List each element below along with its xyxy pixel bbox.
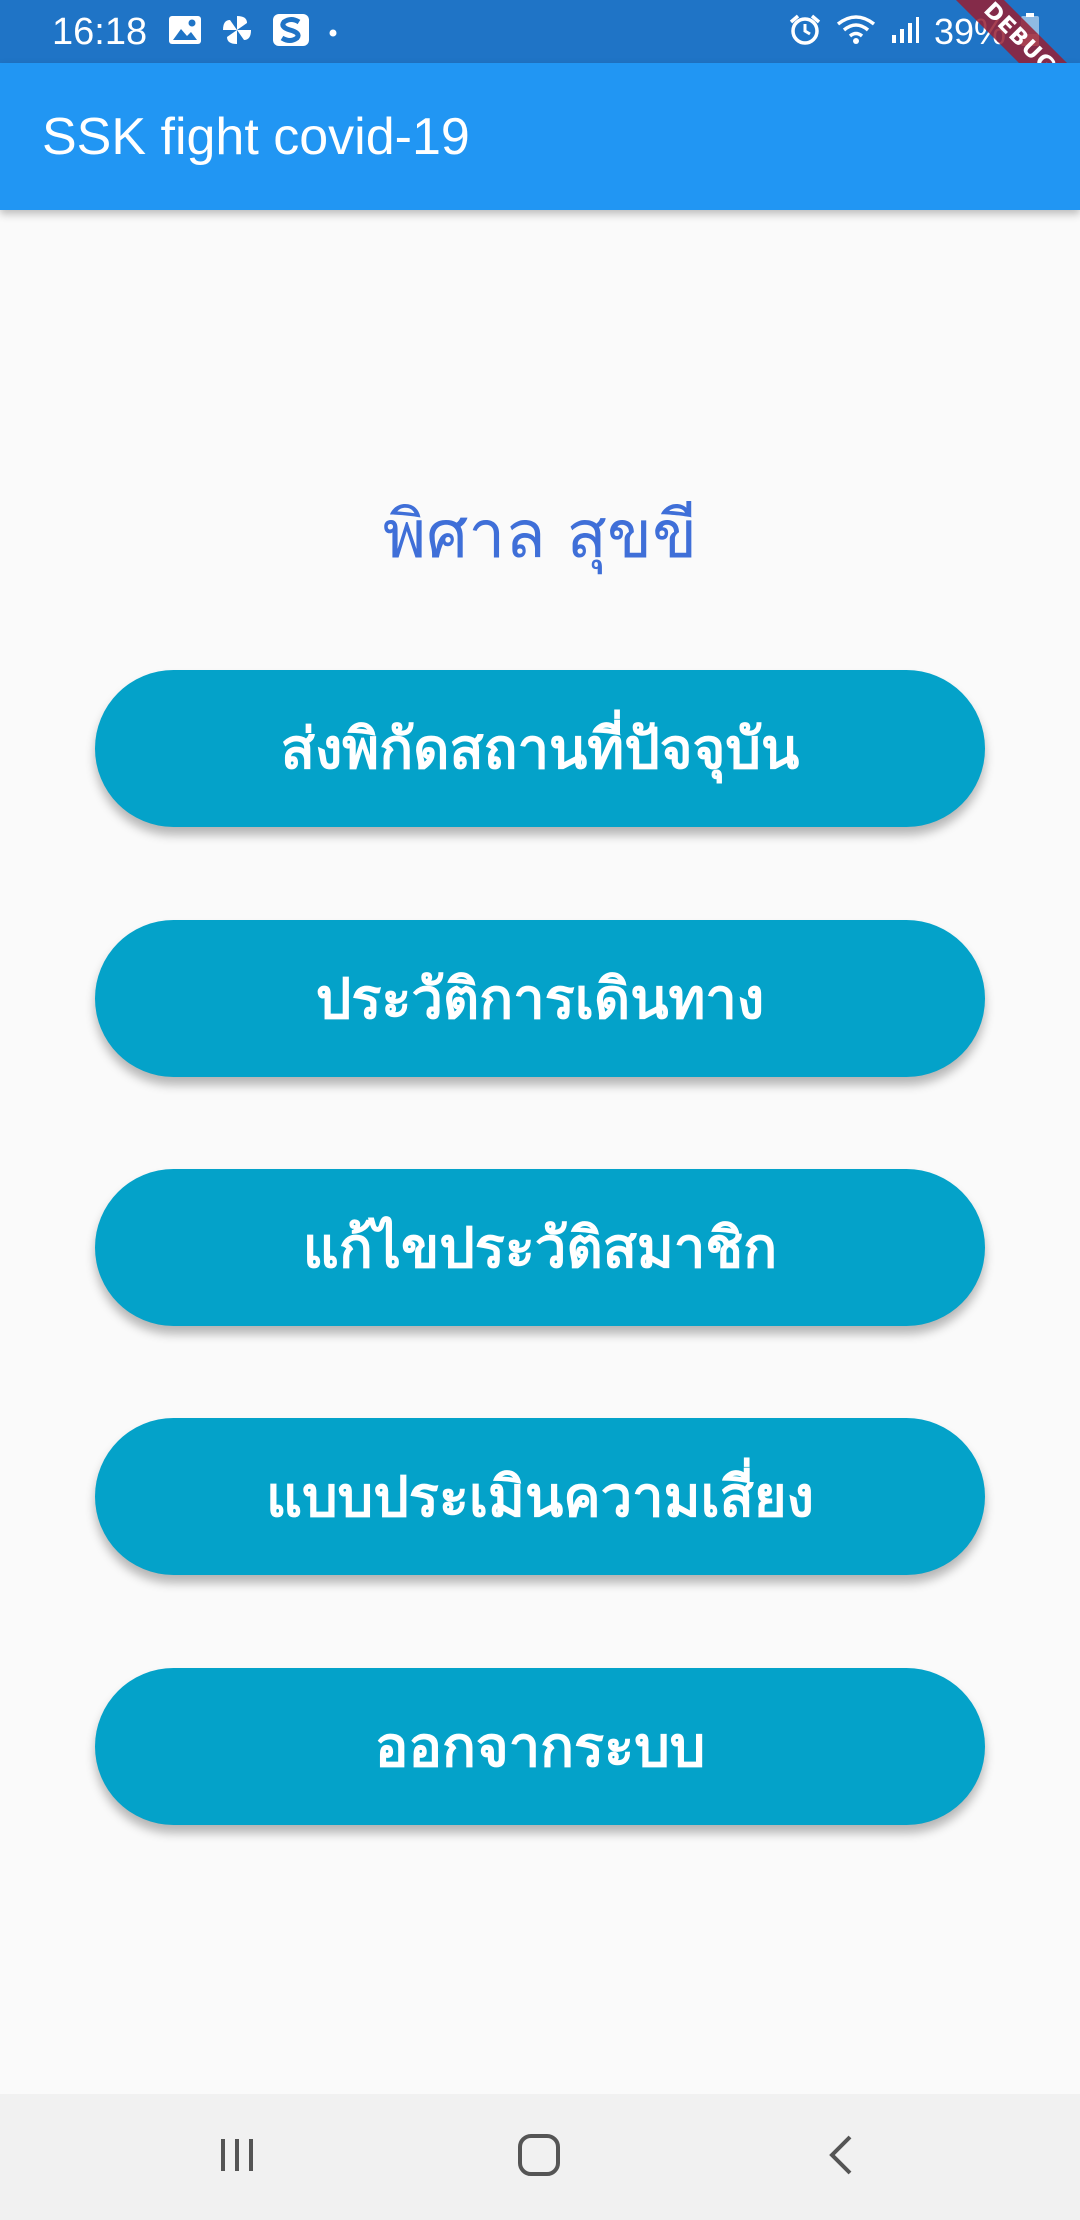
wifi-icon <box>836 14 876 50</box>
send-location-button[interactable]: ส่งพิกัดสถานที่ปัจจุบัน <box>95 670 985 827</box>
navigation-bar <box>0 2094 1080 2220</box>
travel-history-button[interactable]: ประวัติการเดินทาง <box>95 920 985 1077</box>
app-bar: SSK fight covid-19 <box>0 63 1080 210</box>
notification-icons <box>168 12 338 52</box>
back-icon <box>824 2133 858 2181</box>
recent-apps-button[interactable] <box>197 2122 277 2192</box>
dot-icon <box>328 23 338 42</box>
home-button[interactable] <box>499 2122 579 2192</box>
user-name: พิศาล สุขขี <box>382 496 698 573</box>
image-icon <box>168 15 202 49</box>
risk-assessment-button[interactable]: แบบประเมินความเสี่ยง <box>95 1418 985 1575</box>
app-title: SSK fight covid-19 <box>42 108 470 166</box>
back-button[interactable] <box>801 2122 881 2192</box>
pinwheel-icon <box>220 13 254 51</box>
s-app-icon <box>272 13 310 51</box>
edit-profile-button[interactable]: แก้ไขประวัติสมาชิก <box>95 1169 985 1326</box>
home-icon <box>516 2132 562 2182</box>
recent-apps-icon <box>215 2135 259 2179</box>
logout-button[interactable]: ออกจากระบบ <box>95 1668 985 1825</box>
signal-icon <box>890 15 920 49</box>
status-time: 16:18 <box>52 11 148 53</box>
alarm-icon <box>788 13 822 51</box>
status-bar: 16:18 39% DEBUG <box>0 0 1080 63</box>
